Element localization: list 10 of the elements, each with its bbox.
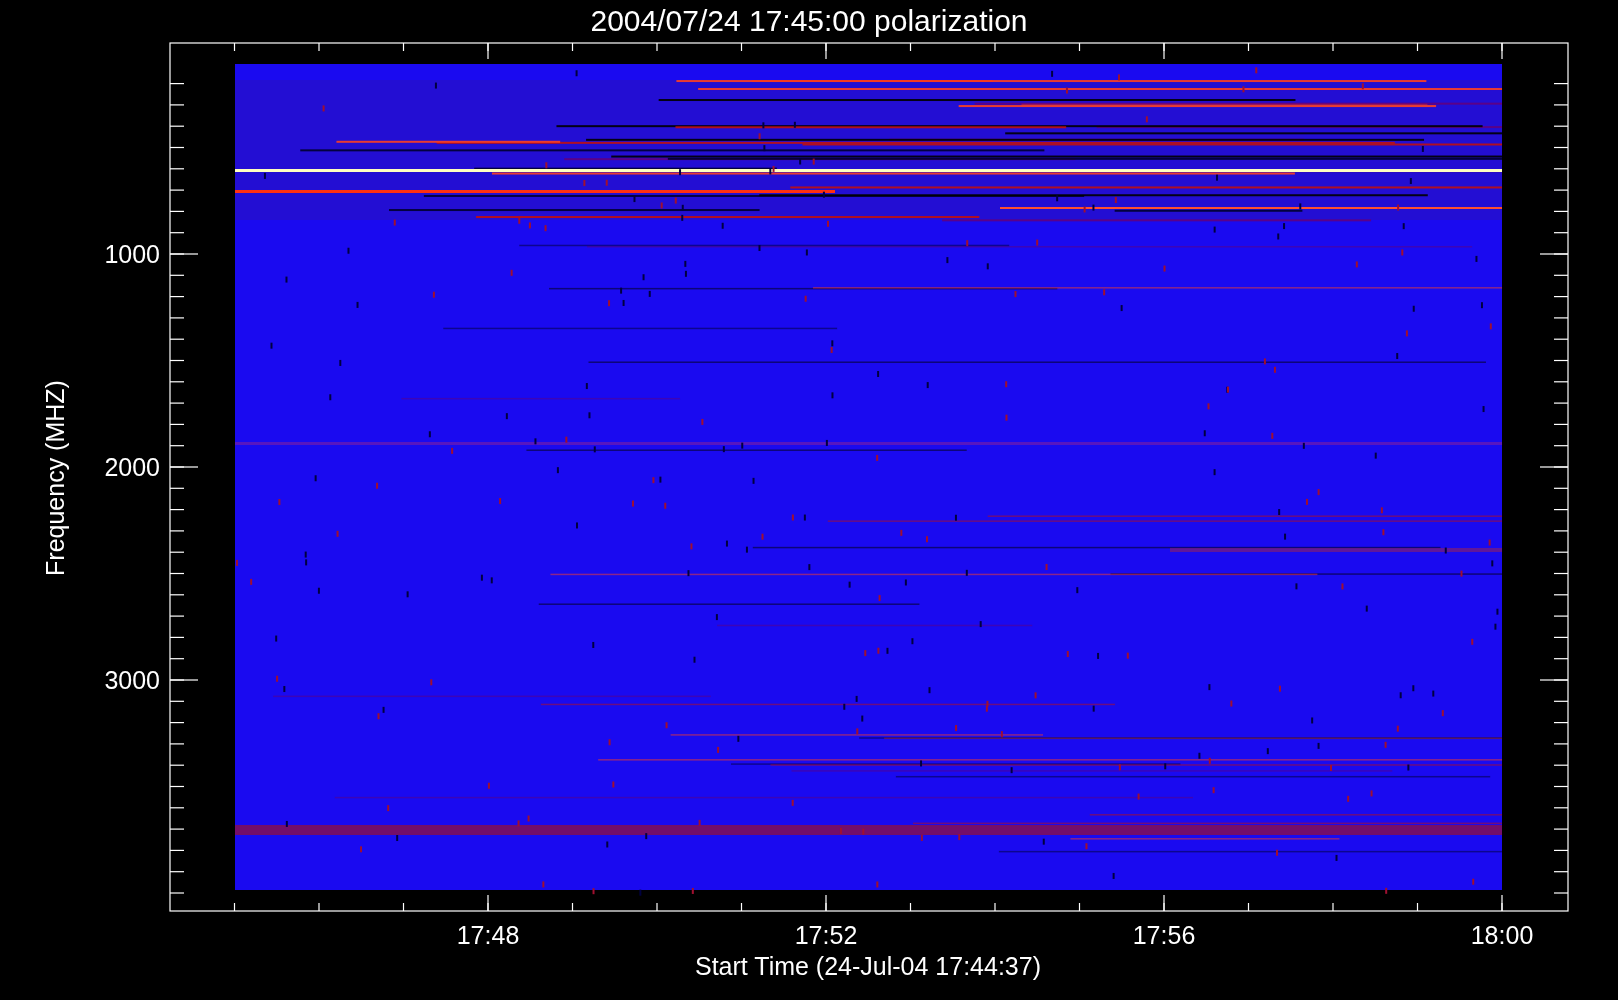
chart-title: 2004/07/24 17:45:00 polarization <box>590 4 1028 37</box>
x-tick-label: 17:52 <box>794 921 858 949</box>
x-axis-label: Start Time (24-Jul-04 17:44:37) <box>695 952 1041 980</box>
x-tick-label: 18:00 <box>1470 921 1534 949</box>
y-axis-label: Frequency (MHZ) <box>41 380 69 576</box>
y-tick-label: 3000 <box>104 666 160 694</box>
y-tick-label: 2000 <box>104 453 160 481</box>
x-tick-label: 17:48 <box>456 921 520 949</box>
y-tick-label: 1000 <box>104 240 160 268</box>
x-tick-label: 17:56 <box>1132 921 1196 949</box>
